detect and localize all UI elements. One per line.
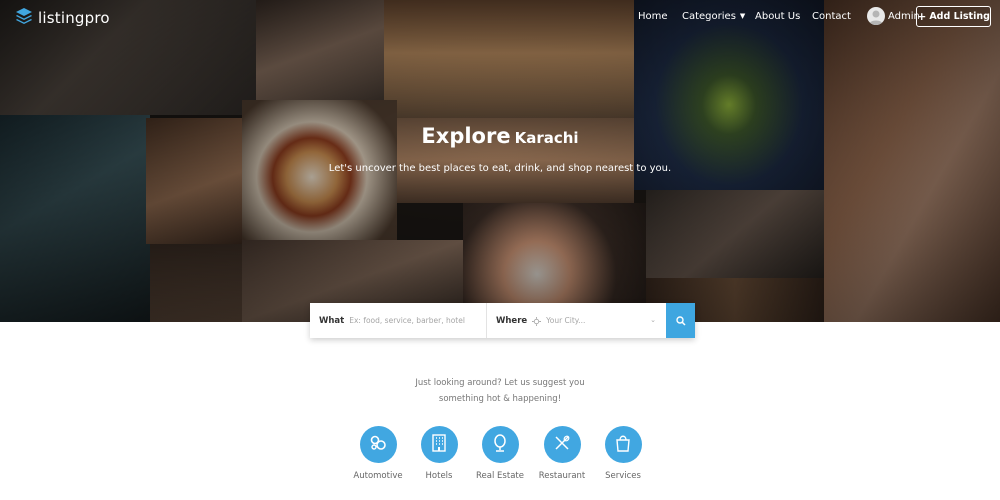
hero-section: listingpro Home Categories ▼ About Us Con… <box>0 0 1000 322</box>
category-hotels[interactable]: Hotels <box>404 426 474 481</box>
hero-overlay <box>0 0 1000 322</box>
category-label: Hotels <box>425 471 453 481</box>
nav-categories-label: Categories <box>682 11 736 22</box>
suggestion-line-2: something hot & happening! <box>438 394 562 404</box>
category-list: Automotive Hotels Real Estate Restaurant… <box>0 426 1000 486</box>
category-label: Automotive <box>353 471 403 481</box>
category-label: Services <box>605 471 641 481</box>
nav-home[interactable]: Home <box>638 11 668 22</box>
headline-explore: Explore <box>421 124 511 148</box>
chevron-down-icon: ▼ <box>739 12 746 20</box>
what-field[interactable]: What <box>310 303 487 338</box>
category-label: Real Estate <box>476 471 524 481</box>
category-circle <box>420 426 458 463</box>
brand-logo[interactable]: listingpro <box>14 6 110 30</box>
nav-contact[interactable]: Contact <box>812 11 851 22</box>
add-listing-button[interactable]: + Add Listing <box>916 6 991 27</box>
suggestion-line-1: Just looking around? Let us suggest you <box>415 378 585 388</box>
hero-headline: Explore Karachi <box>0 124 1000 148</box>
category-real-estate[interactable]: Real Estate <box>465 426 535 481</box>
chevron-down-icon[interactable]: ⌄ <box>650 316 656 324</box>
stacked-layers-icon <box>14 6 34 30</box>
gears-icon <box>369 434 387 456</box>
nav-categories[interactable]: Categories ▼ <box>682 11 745 22</box>
where-input[interactable] <box>546 316 657 325</box>
category-circle <box>359 426 397 463</box>
category-automotive[interactable]: Automotive <box>343 426 413 481</box>
plus-icon: + <box>917 10 927 23</box>
where-field[interactable]: Where ⌄ <box>487 303 666 338</box>
where-label: Where <box>496 315 528 326</box>
hero-subtitle: Let's uncover the best places to eat, dr… <box>328 163 672 174</box>
category-circle <box>604 426 642 463</box>
brand-name: listingpro <box>38 9 110 27</box>
shopping-bag-icon <box>615 434 631 456</box>
building-icon <box>431 433 447 456</box>
category-circle <box>543 426 581 463</box>
category-label: Restaurant <box>538 471 586 481</box>
what-input[interactable] <box>349 316 470 325</box>
search-bar: What Where ⌄ <box>310 303 695 338</box>
category-services[interactable]: Services <box>588 426 658 481</box>
suggestion-text: Just looking around? Let us suggest you … <box>0 375 1000 407</box>
what-label: What <box>319 315 345 326</box>
avatar[interactable] <box>867 7 885 25</box>
category-circle <box>481 426 519 463</box>
headline-city: Karachi <box>514 129 579 147</box>
add-listing-label: Add Listing <box>929 11 990 22</box>
mirror-icon <box>492 433 508 456</box>
fork-spoon-icon <box>553 434 571 456</box>
search-icon <box>675 311 686 330</box>
category-restaurant[interactable]: Restaurant <box>527 426 597 481</box>
locate-icon[interactable] <box>532 311 542 330</box>
search-button[interactable] <box>666 303 695 338</box>
nav-about-us[interactable]: About Us <box>755 11 800 22</box>
